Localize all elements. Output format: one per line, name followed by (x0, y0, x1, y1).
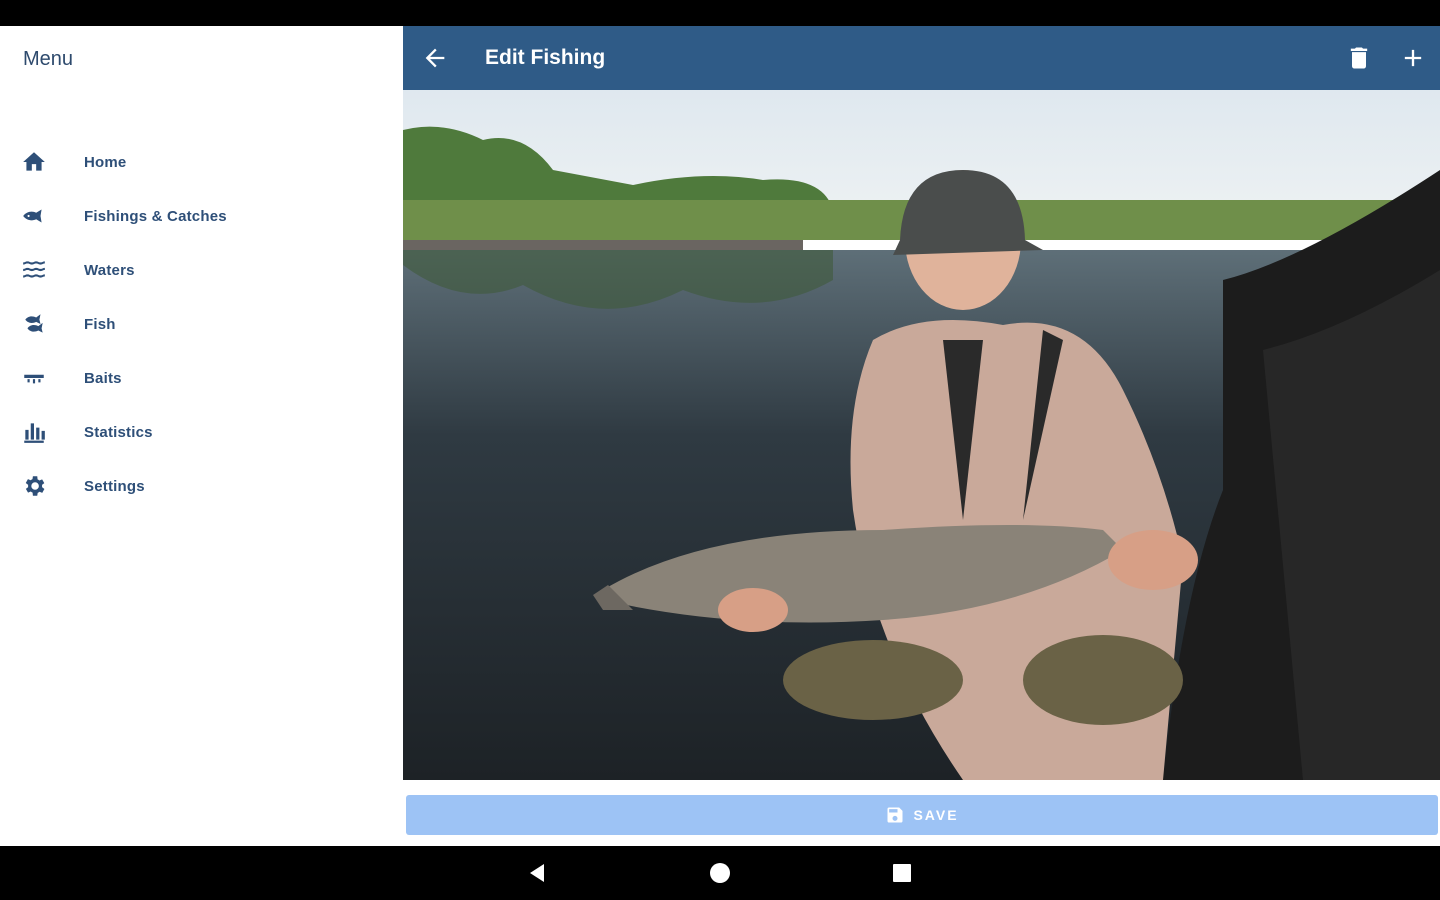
menu-item-label: Home (84, 153, 127, 171)
menu-item-settings[interactable]: Settings (0, 459, 403, 513)
menu-item-fish[interactable]: Fish (0, 297, 403, 351)
triangle-back-icon (530, 864, 544, 882)
circle-home-icon (710, 863, 730, 883)
menu-item-baits[interactable]: Baits (0, 351, 403, 405)
menu-item-label: Settings (84, 477, 145, 495)
nav-home-button[interactable] (708, 861, 732, 885)
page-title: Edit Fishing (485, 46, 606, 69)
delete-button[interactable] (1345, 44, 1373, 72)
menu-item-label: Baits (84, 369, 122, 387)
add-button[interactable] (1399, 44, 1427, 72)
menu-item-fishings-catches[interactable]: Fishings & Catches (0, 189, 403, 243)
menu-item-statistics[interactable]: Statistics (0, 405, 403, 459)
trash-icon (1350, 47, 1368, 69)
plus-icon (1404, 49, 1422, 67)
navigation-drawer: Menu Home Fishings & Catches Waters Fish… (0, 26, 403, 846)
drawer-title: Menu (23, 48, 74, 70)
menu-item-label: Fish (84, 315, 116, 333)
back-button[interactable] (421, 44, 449, 72)
status-bar (0, 0, 1440, 26)
save-button[interactable]: SAVE (406, 795, 1438, 835)
bar-chart-icon (20, 418, 48, 446)
square-recents-icon (893, 864, 911, 882)
waves-icon (20, 256, 48, 284)
save-button-label: SAVE (913, 807, 959, 823)
system-navigation-bar (0, 846, 1440, 900)
menu-item-waters[interactable]: Waters (0, 243, 403, 297)
gear-icon (20, 472, 48, 500)
nav-recents-button[interactable] (890, 861, 914, 885)
bait-icon (20, 364, 48, 392)
menu-item-label: Waters (84, 261, 135, 279)
home-icon (20, 148, 48, 176)
fish-species-icon (20, 310, 48, 338)
menu-item-label: Fishings & Catches (84, 207, 227, 225)
menu-item-label: Statistics (84, 423, 153, 441)
catch-photo[interactable] (403, 90, 1440, 780)
nav-back-button[interactable] (526, 861, 550, 885)
arrow-left-icon (425, 48, 445, 68)
fish-icon (20, 202, 48, 230)
menu-item-home[interactable]: Home (0, 135, 403, 189)
app-bar: Edit Fishing (403, 26, 1440, 90)
floppy-disk-icon (887, 807, 903, 823)
main-content: Edit Fishing SAVE (403, 26, 1440, 846)
